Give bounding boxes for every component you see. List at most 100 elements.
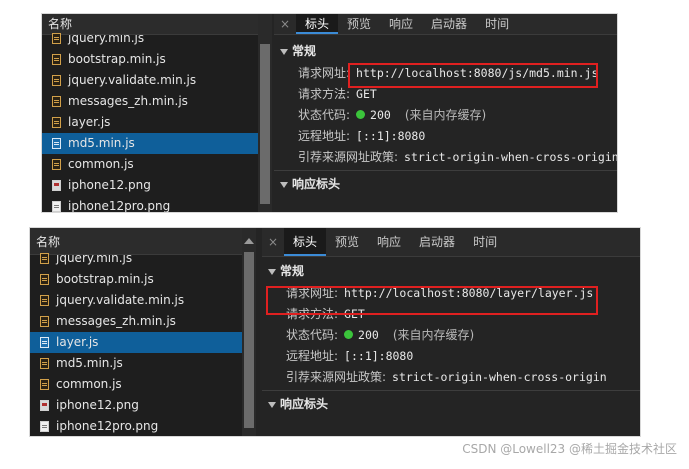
file-list: jquery.min.js bootstrap.min.js jquery.va… bbox=[42, 28, 270, 212]
tab-initiator[interactable]: 启动器 bbox=[410, 232, 464, 252]
file-name: iphone12pro.png bbox=[68, 199, 171, 212]
status-label: 状态代码: bbox=[298, 108, 351, 122]
tab-response[interactable]: 响应 bbox=[368, 232, 410, 252]
file-name: bootstrap.min.js bbox=[68, 52, 166, 66]
section-divider bbox=[274, 170, 617, 171]
tab-timing[interactable]: 时间 bbox=[464, 232, 506, 252]
triangle-down-icon bbox=[280, 48, 288, 55]
list-item-selected[interactable]: md5.min.js bbox=[42, 133, 270, 154]
list-item[interactable]: jquery.validate.min.js bbox=[42, 70, 270, 91]
script-file-icon bbox=[52, 96, 61, 107]
list-item[interactable]: jquery.validate.min.js bbox=[30, 290, 242, 311]
response-headers-section-header[interactable]: 响应标头 bbox=[274, 174, 617, 195]
referrer-label: 引荐来源网址政策: bbox=[286, 370, 387, 384]
list-item[interactable]: md5.min.js bbox=[30, 353, 242, 374]
tab-headers[interactable]: 标头 bbox=[284, 228, 327, 256]
referrer-row: 引荐来源网址政策: strict-origin-when-cross-origi… bbox=[262, 366, 640, 387]
list-scrollbar[interactable] bbox=[258, 14, 272, 212]
tab-initiator[interactable]: 启动器 bbox=[422, 14, 476, 34]
detail-tabbar: × 标头 预览 响应 启动器 时间 bbox=[274, 14, 617, 35]
list-item[interactable]: bootstrap.min.js bbox=[42, 49, 270, 70]
section-title: 响应标头 bbox=[292, 177, 341, 191]
triangle-down-icon bbox=[268, 401, 276, 408]
file-name: jquery.validate.min.js bbox=[68, 73, 197, 87]
request-url-label: 请求网址: bbox=[298, 66, 351, 80]
name-column-label: 名称 bbox=[48, 17, 73, 31]
scrollbar-thumb[interactable] bbox=[260, 44, 270, 204]
file-name: iphone12.png bbox=[56, 398, 139, 412]
script-file-icon bbox=[40, 274, 49, 285]
list-item-selected[interactable]: layer.js bbox=[30, 332, 242, 353]
status-row: 状态代码: 200 (来自内存缓存) bbox=[274, 104, 617, 125]
referrer-row: 引荐来源网址政策: strict-origin-when-cross-origi… bbox=[274, 146, 617, 167]
referrer-value: strict-origin-when-cross-origin bbox=[392, 369, 607, 384]
list-item[interactable]: iphone12pro.png bbox=[42, 196, 270, 212]
script-file-icon bbox=[40, 295, 49, 306]
file-name: md5.min.js bbox=[68, 136, 135, 150]
script-file-icon bbox=[40, 379, 49, 390]
tab-preview[interactable]: 预览 bbox=[338, 14, 380, 34]
section-title: 常规 bbox=[280, 264, 305, 278]
script-file-icon bbox=[52, 159, 61, 170]
detail-pane: × 标头 预览 响应 启动器 时间 常规 请求网址: http://localh… bbox=[262, 228, 640, 436]
response-headers-section-header[interactable]: 响应标头 bbox=[262, 394, 640, 415]
status-note: (来自内存缓存) bbox=[404, 108, 487, 122]
referrer-value: strict-origin-when-cross-origin bbox=[404, 149, 617, 164]
devtools-panel-2: 名称 jquery.min.js bootstrap.min.js jquery… bbox=[30, 228, 640, 436]
file-name: layer.js bbox=[56, 335, 99, 349]
watermark: CSDN @Lowell23 @稀土掘金技术社区 bbox=[462, 442, 677, 456]
tab-preview[interactable]: 预览 bbox=[326, 232, 368, 252]
triangle-down-icon bbox=[268, 268, 276, 275]
triangle-down-icon bbox=[280, 181, 288, 188]
name-column-header[interactable]: 名称 bbox=[42, 14, 270, 35]
script-file-icon bbox=[40, 253, 49, 264]
status-row: 状态代码: 200 (来自内存缓存) bbox=[262, 324, 640, 345]
scrollbar-thumb[interactable] bbox=[244, 252, 254, 428]
remote-row: 远程地址: [::1]:8080 bbox=[274, 125, 617, 146]
list-item[interactable]: messages_zh.min.js bbox=[42, 91, 270, 112]
list-scrollbar[interactable] bbox=[242, 228, 256, 436]
list-item[interactable]: bootstrap.min.js bbox=[30, 269, 242, 290]
name-column-header[interactable]: 名称 bbox=[30, 228, 242, 255]
status-value: 200 bbox=[358, 327, 379, 342]
image-file-icon bbox=[40, 400, 49, 411]
remote-label: 远程地址: bbox=[286, 349, 339, 363]
document-file-icon bbox=[40, 421, 49, 432]
list-item[interactable]: common.js bbox=[30, 374, 242, 395]
script-file-icon bbox=[52, 54, 61, 65]
request-url-highlight-box bbox=[348, 63, 598, 88]
tab-response[interactable]: 响应 bbox=[380, 14, 422, 34]
close-icon[interactable]: × bbox=[262, 235, 284, 249]
file-name: md5.min.js bbox=[56, 356, 123, 370]
request-url-highlight-box bbox=[266, 286, 598, 315]
close-icon[interactable]: × bbox=[274, 17, 296, 31]
image-file-icon bbox=[52, 180, 61, 191]
script-file-icon bbox=[40, 337, 49, 348]
general-section-header[interactable]: 常规 bbox=[262, 261, 640, 282]
document-file-icon bbox=[52, 201, 61, 212]
script-file-icon bbox=[52, 75, 61, 86]
file-name: bootstrap.min.js bbox=[56, 272, 154, 286]
list-item[interactable]: messages_zh.min.js bbox=[30, 311, 242, 332]
script-file-icon bbox=[52, 117, 61, 128]
general-section-header[interactable]: 常规 bbox=[274, 41, 617, 62]
file-name: messages_zh.min.js bbox=[68, 94, 188, 108]
remote-value: [::1]:8080 bbox=[344, 348, 414, 363]
request-list: 名称 jquery.min.js bootstrap.min.js jquery… bbox=[30, 228, 243, 436]
tab-headers[interactable]: 标头 bbox=[296, 14, 339, 34]
list-item[interactable]: iphone12.png bbox=[30, 395, 242, 416]
scroll-up-arrow-icon[interactable] bbox=[244, 238, 254, 244]
list-item[interactable]: iphone12.png bbox=[42, 175, 270, 196]
list-item[interactable]: iphone12pro.png bbox=[30, 416, 242, 436]
tab-timing[interactable]: 时间 bbox=[476, 14, 518, 34]
list-item[interactable]: common.js bbox=[42, 154, 270, 175]
request-list: 名称 jquery.min.js bootstrap.min.js jquery… bbox=[42, 14, 271, 212]
status-note: (来自内存缓存) bbox=[392, 328, 475, 342]
file-name: iphone12pro.png bbox=[56, 419, 159, 433]
file-name: iphone12.png bbox=[68, 178, 151, 192]
devtools-panel-1: 名称 jquery.min.js bootstrap.min.js jquery… bbox=[42, 14, 617, 212]
script-file-icon bbox=[40, 358, 49, 369]
detail-pane: × 标头 预览 响应 启动器 时间 常规 请求网址: http://localh… bbox=[274, 14, 617, 212]
list-item[interactable]: layer.js bbox=[42, 112, 270, 133]
file-name: common.js bbox=[56, 377, 122, 391]
